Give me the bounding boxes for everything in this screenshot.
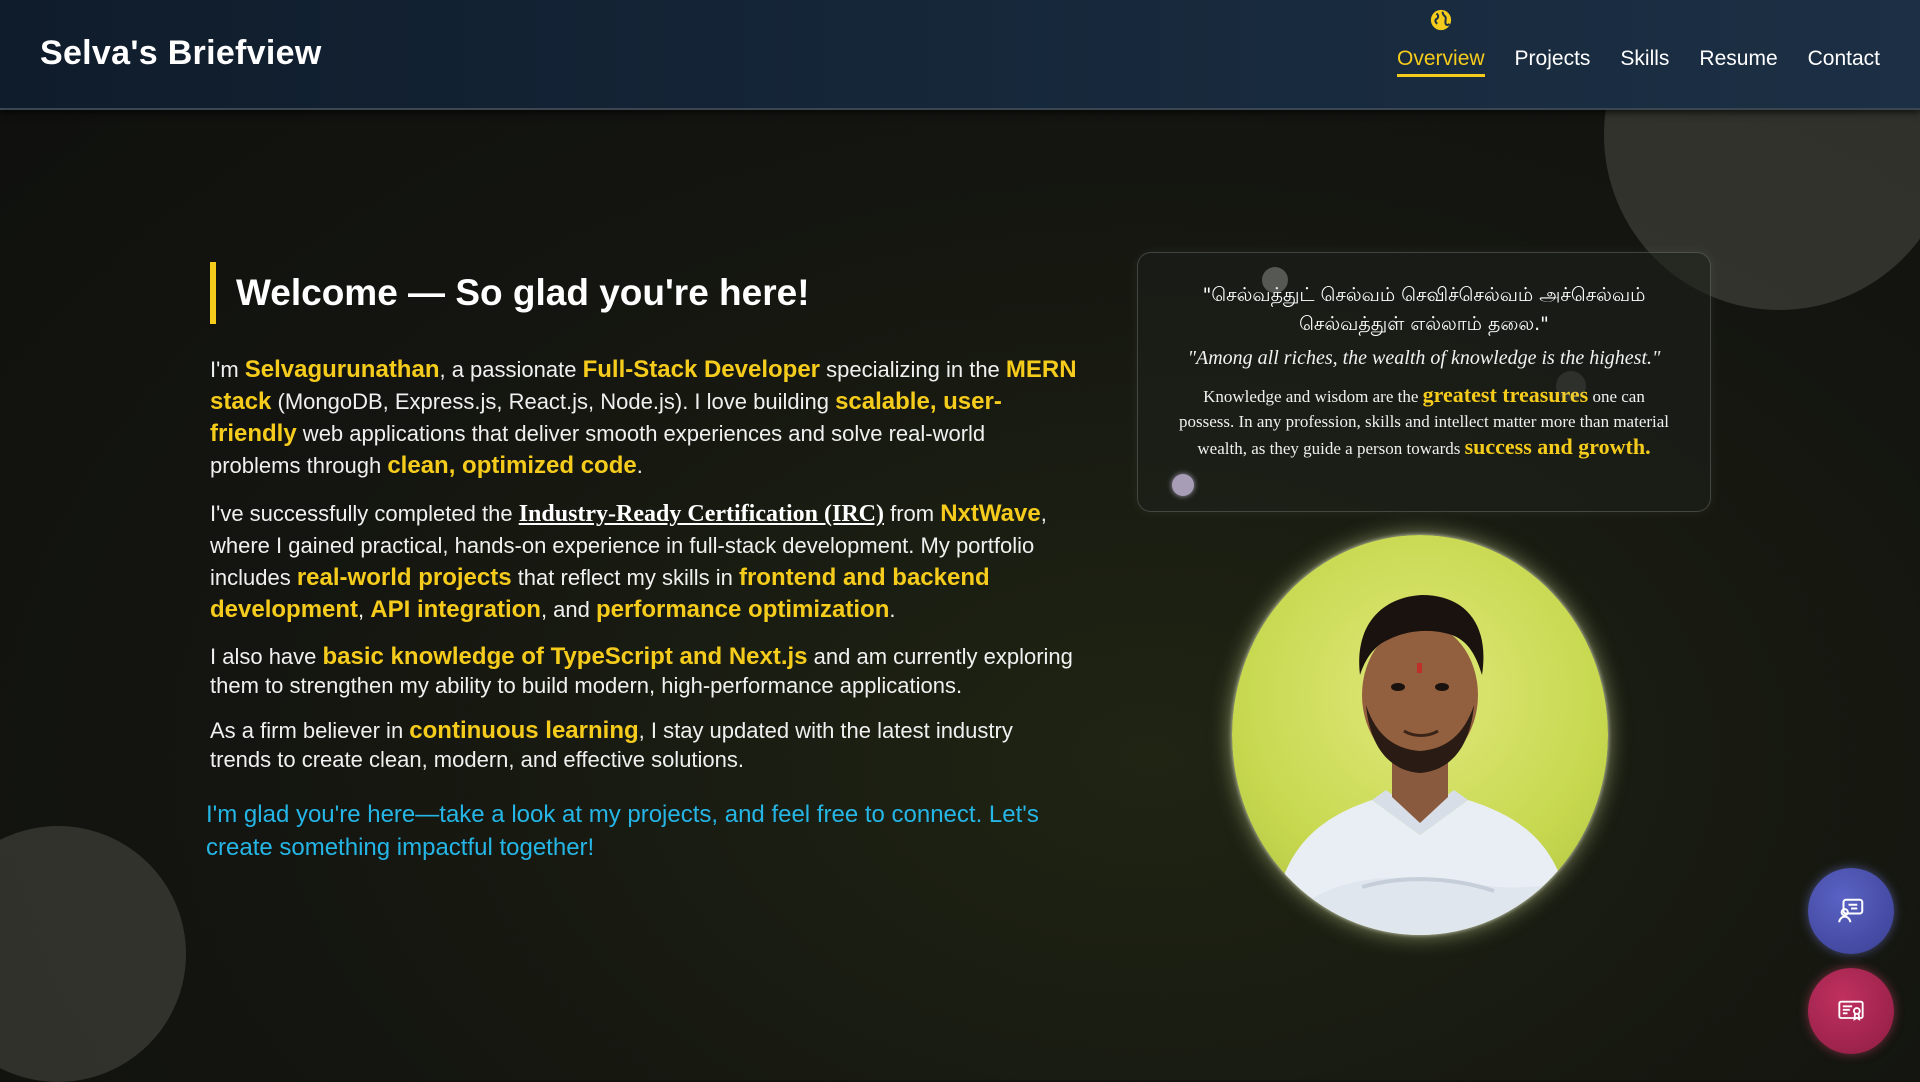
globe-icon <box>1430 9 1451 31</box>
irc-link[interactable]: Industry-Ready Certification (IRC) <box>519 501 884 527</box>
cta-text: I'm glad you're here—take a look at my p… <box>206 801 1039 861</box>
learning-paragraph: As a firm believer in continuous learnin… <box>210 717 1013 772</box>
learning-highlight: continuous learning <box>409 717 639 744</box>
api-highlight: API integration <box>370 596 541 623</box>
role-highlight: Full-Stack Developer <box>582 356 821 383</box>
intro-paragraph: I'm Selvagurunathan, a passionate Full-S… <box>210 356 1077 479</box>
decorative-circle-bottom-left <box>0 826 186 1082</box>
projects-highlight: real-world projects <box>296 564 512 591</box>
certificate-fab-button[interactable] <box>1808 968 1894 1054</box>
code-highlight: clean, optimized code <box>387 452 637 479</box>
chat-icon <box>1838 898 1864 923</box>
typescript-highlight: basic knowledge of TypeScript and Next.j… <box>322 643 808 670</box>
name-highlight: Selvagurunathan <box>244 356 440 383</box>
welcome-section: Welcome — So glad you're here! I'm Selva… <box>206 262 1080 864</box>
nav-label: Overview <box>1397 47 1485 70</box>
person-illustration <box>1272 595 1572 935</box>
decorative-dot <box>1556 371 1586 401</box>
nav-label: Projects <box>1514 47 1591 70</box>
nav-item-projects[interactable]: Projects <box>1515 37 1591 71</box>
nav-menu: Overview Projects Skills Resume Contact <box>1397 0 1880 108</box>
nav-label: Contact <box>1807 47 1880 70</box>
chat-fab-button[interactable] <box>1808 868 1894 954</box>
org-highlight: NxtWave <box>940 500 1041 527</box>
thirukkural-quote-card: "செல்வத்துட் செல்வம் செவிச்செல்வம் அச்செ… <box>1137 252 1711 512</box>
welcome-heading: Welcome — So glad you're here! <box>210 262 1080 324</box>
certification-paragraph: I've successfully completed the Industry… <box>210 500 1047 623</box>
nav-label: Resume <box>1699 47 1778 70</box>
brand-title[interactable]: Selva's Briefview <box>40 34 322 73</box>
perf-highlight: performance optimization <box>595 596 890 623</box>
welcome-title: Welcome — So glad you're here! <box>236 272 810 313</box>
decorative-dot <box>1172 474 1194 496</box>
nav-item-skills[interactable]: Skills <box>1620 37 1669 71</box>
certificate-icon <box>1838 1000 1864 1021</box>
nav-item-contact[interactable]: Contact <box>1808 37 1880 71</box>
quote-description: Knowledge and wisdom are the greatest tr… <box>1178 382 1670 459</box>
nav-label: Skills <box>1620 47 1670 70</box>
tamil-quote: "செல்வத்துட் செல்வம் செவிச்செல்வம் அச்செ… <box>1202 284 1646 335</box>
profile-photo <box>1232 535 1608 935</box>
success-highlight: success and growth. <box>1464 434 1651 459</box>
nav-item-resume[interactable]: Resume <box>1699 37 1777 71</box>
navbar: Selva's Briefview Overview Projects Skil… <box>0 0 1920 110</box>
typescript-paragraph: I also have basic knowledge of TypeScrip… <box>210 643 1073 698</box>
english-quote: "Among all riches, the wealth of knowled… <box>1187 347 1661 369</box>
nav-item-overview[interactable]: Overview <box>1397 9 1485 77</box>
decorative-dot <box>1262 267 1288 293</box>
